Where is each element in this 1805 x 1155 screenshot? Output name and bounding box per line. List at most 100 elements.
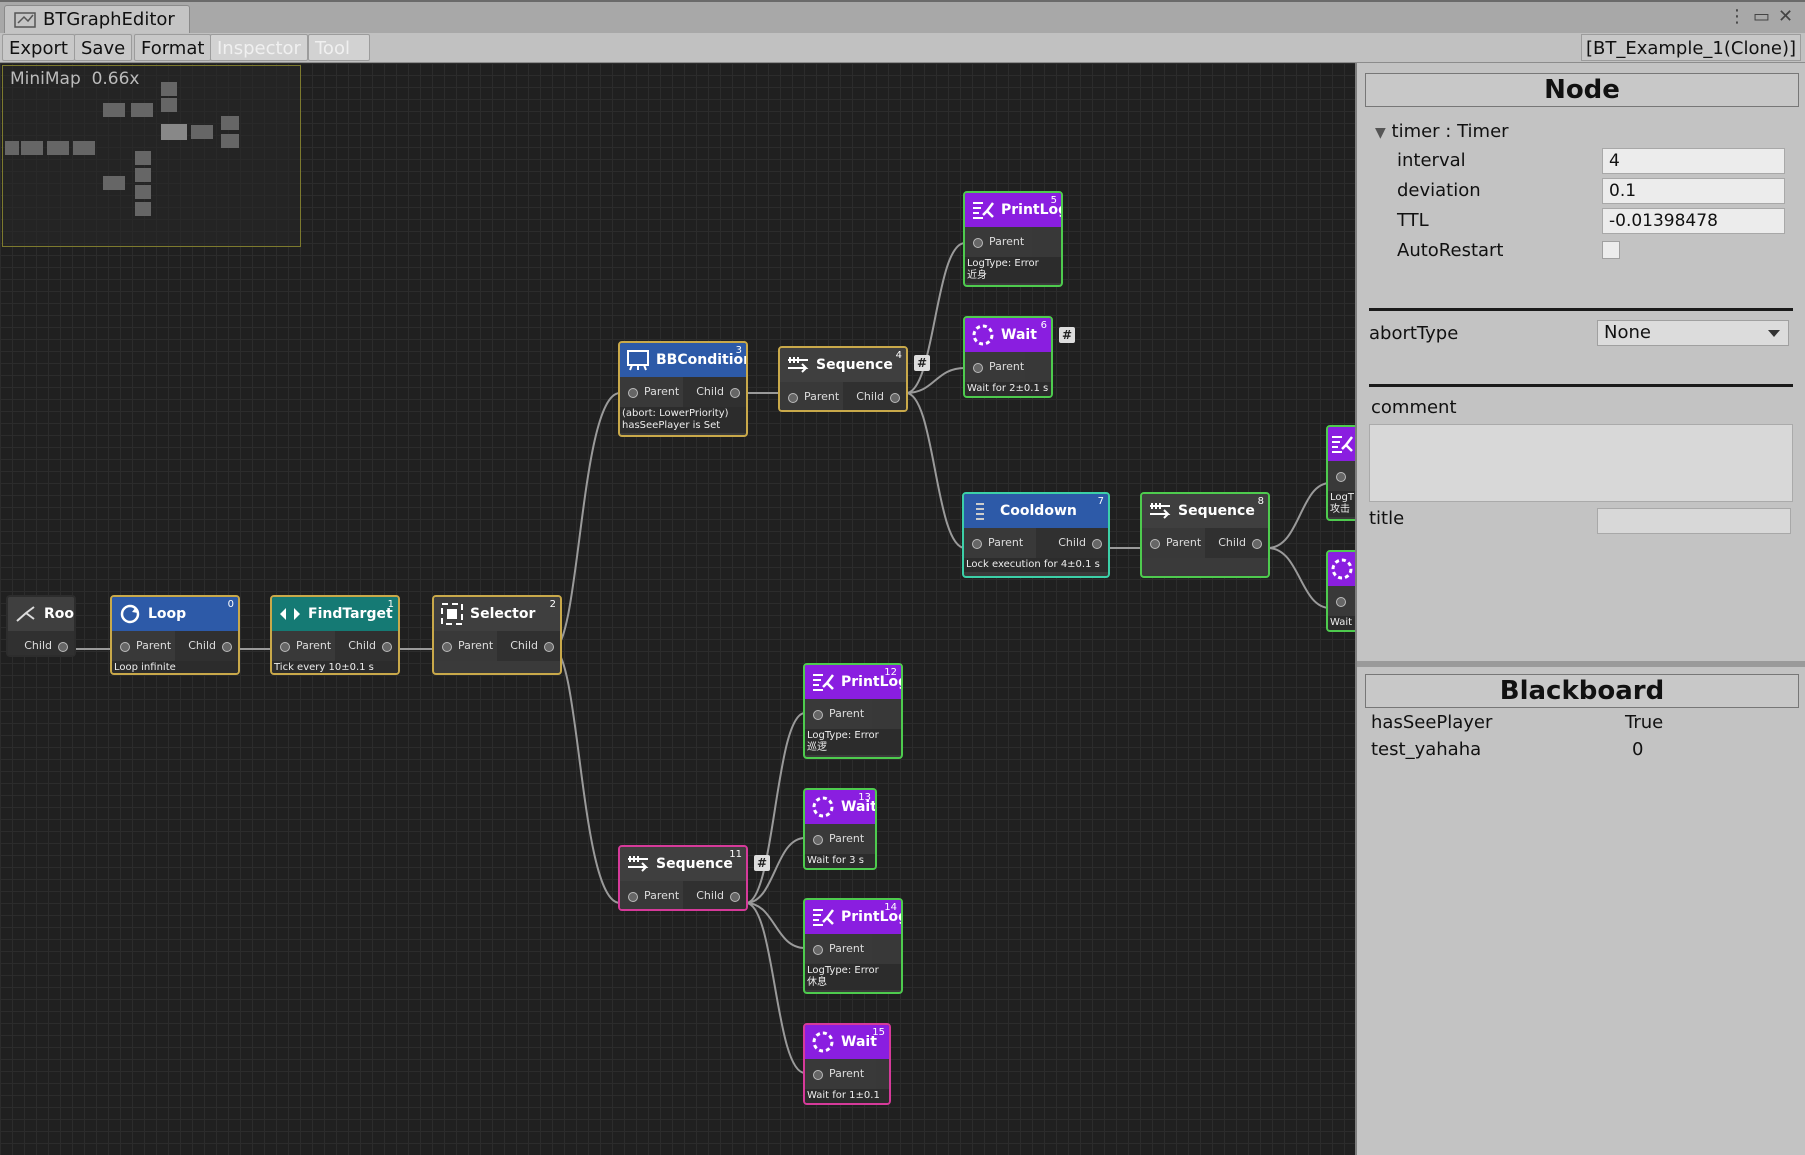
aborttype-label: abortType (1369, 323, 1459, 344)
parent-port[interactable]: Parent (434, 631, 497, 661)
node-wait-partial[interactable]: Wait (1326, 550, 1355, 632)
interval-field[interactable]: 4 (1602, 148, 1785, 174)
node-description: 攻击 (1330, 504, 1350, 515)
hash-marker[interactable]: # (754, 855, 770, 871)
timer-foldout[interactable]: ▼ timer : Timer (1375, 121, 1509, 142)
node-title: Wait (1001, 327, 1037, 343)
selector-icon (441, 603, 463, 625)
hash-marker[interactable]: # (914, 355, 930, 371)
child-port[interactable]: Child (1205, 528, 1268, 558)
child-port[interactable]: Child (683, 881, 746, 909)
blackboard-icon (627, 350, 649, 371)
separator (1369, 384, 1793, 387)
node-root[interactable]: Root Child (6, 595, 76, 657)
node-printlog-5[interactable]: PrintLog 5 Parent LogType: Error 近身 (963, 191, 1063, 287)
node-description: LogType: Error (807, 965, 879, 976)
close-icon[interactable]: ✕ (1778, 7, 1793, 27)
child-port[interactable]: Child (175, 631, 238, 661)
parent-port[interactable] (1328, 461, 1355, 491)
comment-textarea[interactable] (1369, 424, 1793, 502)
blackboard-value: 0 (1632, 739, 1644, 760)
child-port[interactable]: Child (1036, 528, 1108, 558)
node-selector[interactable]: Selector 2 Parent Child (432, 595, 562, 675)
minimap-label: MiniMap (10, 69, 81, 89)
child-port[interactable]: Child (8, 631, 74, 655)
minimap-node (161, 98, 177, 112)
node-description: Lock execution for 4±0.1 s (964, 558, 1108, 572)
tab-title: BTGraphEditor (43, 9, 175, 30)
title-field[interactable] (1597, 508, 1791, 534)
node-printlog-12[interactable]: PrintLog 12 Parent LogType: Error 巡逻 (803, 663, 903, 759)
graph-editor-icon (14, 12, 36, 28)
parent-port[interactable]: Parent (112, 631, 175, 661)
node-printlog-partial[interactable]: LogT 攻击 (1326, 425, 1355, 521)
node-sequence-8[interactable]: Sequence 8 Parent Child (1140, 492, 1270, 578)
node-cooldown-7[interactable]: Cooldown 7 Parent Child Lock execution f… (962, 492, 1110, 578)
parent-port[interactable]: Parent (805, 1059, 877, 1089)
save-button[interactable]: Save (74, 34, 133, 61)
parent-port[interactable] (1328, 586, 1355, 616)
parent-port[interactable]: Parent (965, 227, 1033, 257)
parent-port[interactable]: Parent (805, 824, 875, 854)
minimap[interactable]: MiniMap 0.66x (2, 65, 301, 247)
node-wait-6[interactable]: Wait 6 Parent Wait for 2±0.1 s (963, 316, 1053, 398)
deviation-field[interactable]: 0.1 (1602, 178, 1785, 204)
title-bar: BTGraphEditor ⋮ ▭ ✕ (0, 0, 1805, 35)
minimap-node (103, 103, 125, 117)
extra-button[interactable]: Tool (308, 34, 370, 61)
editor-tab[interactable]: BTGraphEditor (4, 5, 190, 35)
node-sequence-4[interactable]: Sequence 4 Parent Child (778, 346, 908, 412)
node-bbcondition[interactable]: BBCondition 3 Parent Child (abort: Lower… (618, 341, 748, 437)
deviation-label: deviation (1397, 180, 1481, 201)
node-description: (abort: LowerPriority) (622, 408, 729, 419)
parent-port[interactable]: Parent (620, 377, 683, 407)
dropdown-arrow-icon (1768, 330, 1780, 337)
triangle-down-icon: ▼ (1375, 125, 1386, 141)
minimap-node (135, 202, 151, 216)
panel-divider[interactable] (1357, 661, 1805, 667)
wait-icon (1331, 558, 1353, 580)
inspector-button[interactable]: Inspector (210, 34, 308, 61)
blackboard-section-title: Blackboard (1365, 674, 1799, 708)
toolbar: Export Save Format Inspector Tool [BT_Ex… (0, 33, 1805, 63)
node-description: 近身 (967, 270, 987, 281)
hash-marker[interactable]: # (1059, 327, 1075, 343)
export-button[interactable]: Export (2, 34, 75, 61)
kebab-menu-icon[interactable]: ⋮ (1728, 7, 1746, 27)
parent-port[interactable]: Parent (1142, 528, 1205, 558)
parent-port[interactable]: Parent (780, 382, 843, 410)
timer-foldout-label: timer : Timer (1391, 121, 1509, 142)
node-description: LogType: Error (807, 730, 879, 741)
node-title: Root (44, 606, 75, 622)
parent-port[interactable]: Parent (964, 528, 1036, 558)
ttl-field[interactable]: -0.01398478 (1602, 208, 1785, 234)
inspector-panel: Node ▼ timer : Timer interval 4 deviatio… (1355, 63, 1805, 1155)
node-wait-15[interactable]: Wait 15 Parent Wait for 1±0.1 s (803, 1023, 891, 1105)
node-title: Cooldown (1000, 503, 1077, 519)
child-port[interactable]: Child (683, 377, 746, 407)
minimap-node (135, 151, 151, 165)
parent-port[interactable]: Parent (805, 699, 873, 729)
parent-port[interactable]: Parent (620, 881, 683, 909)
blackboard-value: True (1625, 712, 1664, 733)
minimap-node (221, 134, 239, 148)
maximize-icon[interactable]: ▭ (1753, 7, 1770, 27)
graph-canvas[interactable]: MiniMap 0.66x Root (0, 63, 1355, 1155)
node-wait-13[interactable]: Wait 13 Parent Wait for 3 s (803, 788, 877, 870)
separator (1369, 308, 1793, 311)
parent-port[interactable]: Parent (965, 352, 1026, 382)
node-loop[interactable]: Loop 0 Parent Child Loop infinite (110, 595, 240, 675)
node-title: Sequence (816, 357, 893, 373)
child-port[interactable]: Child (843, 382, 906, 410)
autorestart-checkbox[interactable] (1602, 241, 1620, 259)
format-button[interactable]: Format (134, 34, 212, 61)
node-printlog-14[interactable]: PrintLog 14 Parent LogType: Error 休息 (803, 898, 903, 994)
parent-port[interactable]: Parent (805, 934, 873, 964)
child-port[interactable]: Child (335, 631, 398, 661)
child-port[interactable]: Child (497, 631, 560, 661)
aborttype-dropdown[interactable]: None (1597, 320, 1789, 346)
wait-icon (812, 796, 834, 818)
node-findtarget[interactable]: FindTarget 1 Parent Child Tick every 10±… (270, 595, 400, 675)
parent-port[interactable]: Parent (272, 631, 335, 661)
node-sequence-11[interactable]: Sequence 11 Parent Child (618, 845, 748, 911)
